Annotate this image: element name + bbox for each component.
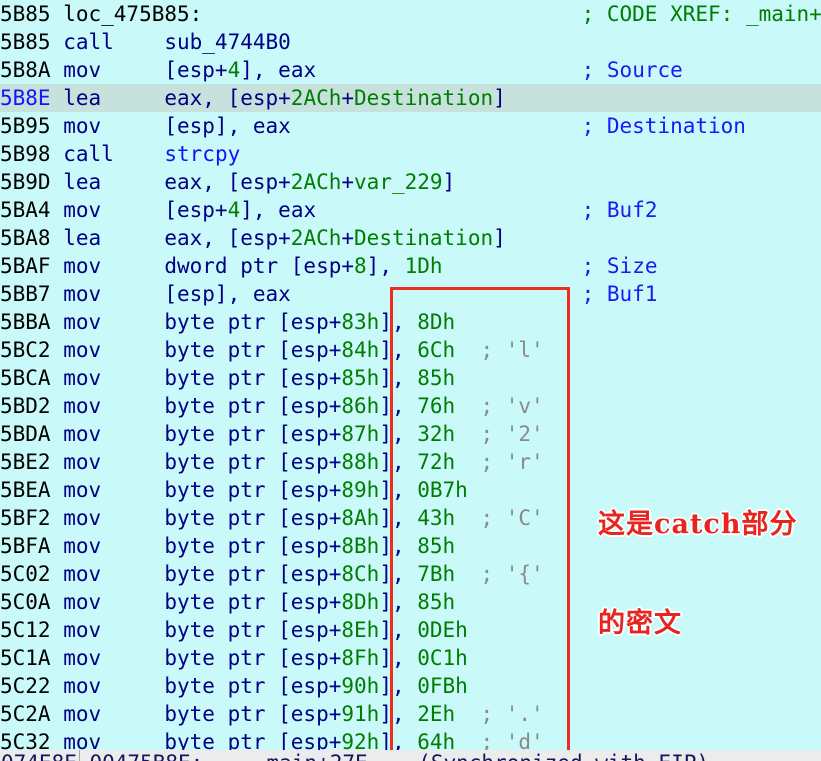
asm-row[interactable]: 5BBA mov byte ptr [esp+83h], 8Dh [0,308,821,336]
annotation-text: 这是catch部分 的密文 [598,442,797,706]
annotation-line-1: 这是catch部分 [598,509,798,540]
asm-row[interactable]: 5B95 mov [esp], eax ; Destination [0,112,821,140]
asm-row[interactable]: 5BCA mov byte ptr [esp+85h], 85h [0,364,821,392]
asm-row[interactable]: 5BAF mov dword ptr [esp+8], 1Dh ; Size [0,252,821,280]
asm-row[interactable]: 5B85 loc_475B85: ; CODE XREF: _main+ [0,0,821,28]
asm-row[interactable]: 5B85 call sub_4744B0 [0,28,821,56]
asm-row[interactable]: 5B9D lea eax, [esp+2ACh+var_229] [0,168,821,196]
asm-row[interactable]: 5B8A mov [esp+4], eax ; Source [0,56,821,84]
status-divider [79,750,80,761]
asm-row[interactable]: 5BB7 mov [esp], eax ; Buf1 [0,280,821,308]
asm-row-current[interactable]: 5B8E lea eax, [esp+2ACh+Destination] [0,84,821,112]
asm-row[interactable]: 5BC2 mov byte ptr [esp+84h], 6Ch ; 'l' [0,336,821,364]
ida-disassembly-view: 5B85 loc_475B85: ; CODE XREF: _main+ 5B85… [0,0,821,761]
asm-row[interactable]: 5BA4 mov [esp+4], eax ; Buf2 [0,196,821,224]
asm-row[interactable]: 5BD2 mov byte ptr [esp+86h], 76h ; 'v' [0,392,821,420]
asm-row[interactable]: 5BA8 lea eax, [esp+2ACh+Destination] [0,224,821,252]
annotation-line-2: 的密文 [598,608,682,639]
status-bar: 074E8E 00475B8E: _main+27E (Synchronized… [0,750,821,761]
status-bar-text: 074E8E 00475B8E: _main+27E (Synchronized… [1,751,709,761]
asm-row[interactable]: 5B98 call strcpy [0,140,821,168]
